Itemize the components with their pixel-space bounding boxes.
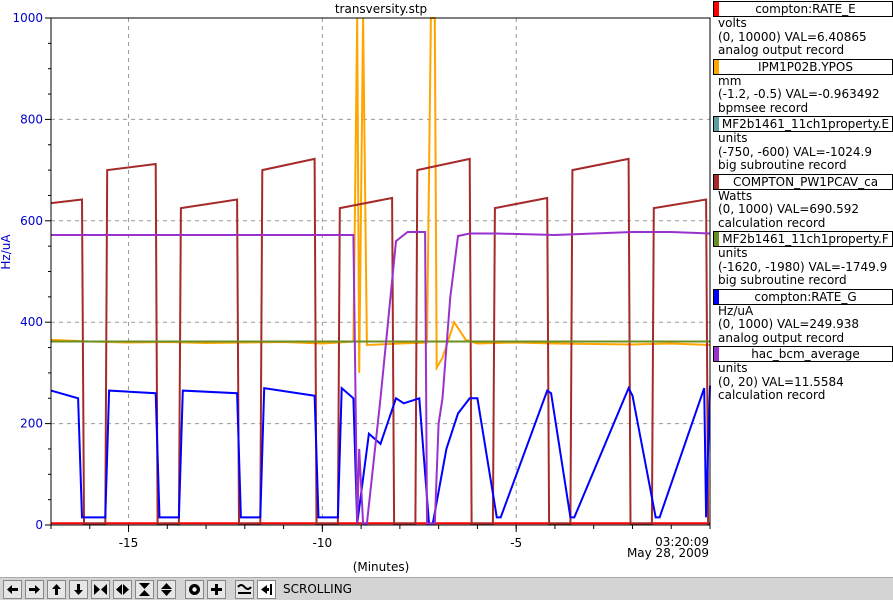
legend-record-type: analog output record (718, 331, 845, 345)
y-axis-label: Hz/uA (0, 234, 13, 270)
legend-range-value: (0, 20) VAL=11.5584 (718, 375, 844, 389)
y-tick-label: 800 (20, 112, 43, 126)
x-tick-label: -10 (313, 536, 333, 550)
legend-series-name: MF2b1461_11ch1property.E (721, 117, 890, 131)
legend-range-value: (-1.2, -0.5) VAL=-0.963492 (718, 88, 880, 101)
chart-title: transversity.stp (335, 2, 427, 16)
legend-header[interactable]: MF2b1461_11ch1property.E (713, 116, 893, 132)
zoom-in-y-icon[interactable] (135, 579, 154, 599)
status-text: SCROLLING (283, 582, 352, 596)
legend-record-type: analog output record (718, 44, 845, 57)
legend-header[interactable]: compton:RATE_G (713, 288, 893, 305)
legend-header[interactable]: hac_bcm_average (713, 346, 893, 362)
legend-header[interactable]: compton:RATE_E (713, 1, 893, 17)
legend-series-name: MF2b1461_11ch1property.F (722, 232, 889, 246)
legend-record-type: calculation record (718, 216, 826, 230)
legend-record-type: bpmsee record (718, 101, 809, 115)
y-tick-label: 600 (20, 214, 43, 228)
y-tick-label: 1000 (12, 11, 43, 25)
x-axis-label: (Minutes) (353, 560, 410, 574)
scroll-icon[interactable] (257, 579, 276, 599)
legend-entry[interactable]: COMPTON_PW1PCAV_ca Watts (0, 1000) VAL=690… (713, 173, 893, 231)
chart: transversity.stp 0 200 400 600 800 1000 -15 -10… (0, 0, 713, 577)
toggle-icon[interactable] (235, 579, 254, 599)
y-tick-label: 0 (35, 518, 43, 532)
legend-units: Watts (718, 189, 753, 203)
legend-header[interactable]: IPM1P02B.YPOS (713, 58, 893, 75)
zoom-in-x-icon[interactable] (91, 579, 110, 599)
legend-units: volts (718, 17, 747, 30)
x-tick-label: -15 (119, 536, 139, 550)
arrow-left-icon[interactable] (3, 579, 22, 599)
x-tick-label: -5 (510, 536, 522, 550)
legend-record-type: big subroutine record (718, 159, 847, 172)
legend-entry[interactable]: compton:RATE_Evolts (0, 10000) VAL=6.4086… (713, 1, 893, 58)
arrow-up-icon[interactable] (47, 579, 66, 599)
legend-series-name: COMPTON_PW1PCAV_ca (732, 174, 879, 189)
y-tick-label: 400 (20, 315, 43, 329)
legend-entry[interactable]: compton:RATE_G Hz/uA (0, 1000) VAL=249.938… (713, 288, 893, 346)
legend-units: mm (718, 74, 742, 88)
legend-record-type: big subroutine record (718, 274, 847, 287)
legend-entry[interactable]: hac_bcm_average units (0, 20) VAL=11.5584 c… (713, 346, 893, 403)
reset-icon[interactable] (207, 579, 226, 599)
legend-range-value: (0, 10000) VAL=6.40865 (718, 30, 867, 44)
legend-series-name: IPM1P02B.YPOS (758, 59, 853, 74)
legend-units: units (718, 132, 748, 145)
legend-units: units (718, 247, 748, 260)
legend-range-value: (-1620, -1980) VAL=-1749.9 (718, 260, 888, 274)
legend-range-value: (0, 1000) VAL=249.938 (718, 318, 859, 331)
legend-header[interactable]: COMPTON_PW1PCAV_ca (713, 173, 893, 190)
y-tick-label: 200 (20, 417, 43, 431)
arrow-down-icon[interactable] (69, 579, 88, 599)
legend: compton:RATE_Evolts (0, 10000) VAL=6.4086… (713, 0, 893, 403)
zoom-out-y-icon[interactable] (157, 579, 176, 599)
legend-header[interactable]: MF2b1461_11ch1property.F (713, 231, 893, 247)
legend-entry[interactable]: IPM1P02B.YPOS mm (-1.2, -0.5) VAL=-0.96349… (713, 58, 893, 116)
legend-series-name: compton:RATE_G (754, 289, 857, 304)
legend-record-type: calculation record (718, 389, 826, 402)
legend-series-name: compton:RATE_E (755, 2, 856, 16)
toolbar: SCROLLING (0, 577, 893, 600)
legend-units: Hz/uA (718, 304, 754, 318)
date-stamp: May 28, 2009 (627, 546, 709, 560)
legend-range-value: (0, 1000) VAL=690.592 (718, 203, 859, 216)
zoom-out-x-icon[interactable] (113, 579, 132, 599)
legend-range-value: (-750, -600) VAL=-1024.9 (718, 145, 872, 159)
legend-entry[interactable]: MF2b1461_11ch1property.E units (-750, -600… (713, 116, 893, 173)
legend-series-name: hac_bcm_average (751, 347, 860, 361)
legend-entry[interactable]: MF2b1461_11ch1property.F units (-1620, -19… (713, 231, 893, 288)
legend-units: units (718, 362, 748, 375)
auto-scale-icon[interactable] (185, 579, 204, 599)
arrow-right-icon[interactable] (25, 579, 44, 599)
